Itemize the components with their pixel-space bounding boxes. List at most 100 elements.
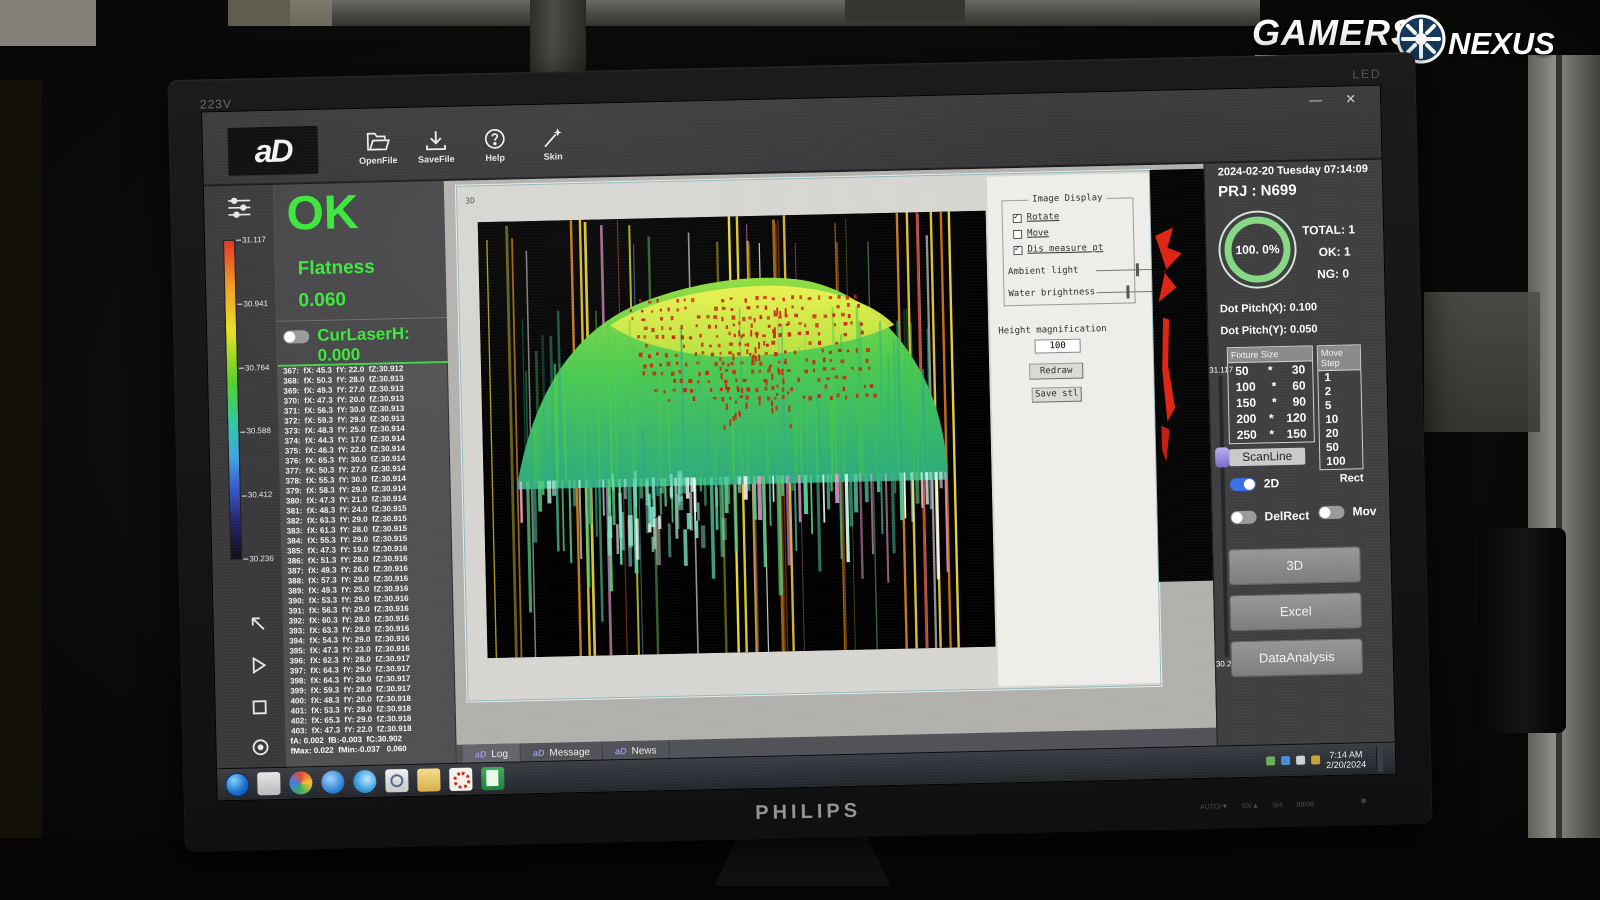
measurement-log[interactable]: 367: fX: 45.3 fY: 22.0 fZ:30.912368: fX:… [278, 363, 457, 769]
taskbar-folder-icon[interactable] [417, 768, 441, 792]
checkbox-icon[interactable] [1013, 245, 1022, 254]
start-button-icon[interactable] [225, 772, 250, 797]
toggle-delrect[interactable] [1230, 510, 1256, 524]
display-checkbox[interactable]: Rotate [1013, 212, 1060, 223]
height-magnification-label: Height magnification [998, 324, 1107, 336]
taskbar-red-gear-icon[interactable] [449, 768, 473, 792]
skin-wand-icon [525, 126, 581, 149]
background-aluminum-rail [1528, 55, 1600, 900]
left-sidebar: 31.11730.94130.76430.58830.41230.236 [204, 185, 287, 770]
display-checkbox[interactable]: Move [1013, 228, 1049, 239]
toggle-mov[interactable] [1318, 505, 1344, 519]
color-scale-tick: 31.117 [236, 235, 274, 245]
osd-label[interactable]: 88/06 [1297, 801, 1315, 808]
status-panel: OK Flatness 0.060 CurLaserH: 0.000 [274, 181, 448, 367]
display-settings-icon[interactable] [226, 195, 253, 220]
osd-label[interactable]: 63/▲ [1242, 803, 1259, 810]
target-tool-icon[interactable] [250, 737, 270, 757]
taskbar-excel-icon[interactable] [481, 767, 505, 791]
ambient-light-slider[interactable]: Ambient light [1008, 264, 1158, 277]
tray-icon[interactable] [1296, 756, 1305, 765]
color-scale-tick: 30.764 [239, 362, 277, 372]
move-step-row[interactable]: 50 [1320, 440, 1362, 455]
curlaser-toggle[interactable] [283, 330, 309, 344]
save-stl-button[interactable]: Save stl [1032, 387, 1082, 403]
show-desktop-button[interactable] [1376, 745, 1384, 771]
play-tool-icon[interactable] [248, 655, 268, 675]
height-range-slider[interactable] [1218, 375, 1228, 657]
skin-button[interactable]: Skin [525, 126, 582, 162]
action-button[interactable]: 3D [1228, 546, 1361, 585]
divider [277, 317, 447, 322]
fixture-size-row[interactable]: 100 * 60 [1228, 377, 1312, 395]
render-overflow-strip [1150, 169, 1213, 582]
height-magnification-input[interactable] [1035, 339, 1081, 354]
move-step-row[interactable]: 5 [1319, 398, 1361, 413]
watermark-text-nexus: NEXUS [1448, 26, 1555, 62]
display-checkbox[interactable]: Dis measure pt [1013, 243, 1103, 255]
taskbar-browser-icon[interactable] [321, 770, 345, 794]
savefile-button[interactable]: SaveFile [408, 129, 465, 165]
help-button[interactable]: Help [467, 127, 524, 163]
window-minimize-button[interactable]: — [1309, 92, 1322, 107]
image-display-group: Image Display Rotate Move [1001, 197, 1135, 306]
redraw-button[interactable]: Redraw [1029, 363, 1083, 380]
app-mini-logo-icon: aD [475, 749, 487, 759]
move-step-row[interactable]: 100 [1320, 454, 1362, 469]
fixture-size-row[interactable]: 150 * 90 [1229, 393, 1313, 411]
total-count: TOTAL: 1 [1302, 222, 1355, 237]
background-strap [1478, 528, 1566, 733]
slider-handle[interactable] [1136, 263, 1139, 276]
pass-rate-gauge: 100. 0% [1218, 210, 1298, 290]
monitor-led-badge: LED [1352, 67, 1382, 82]
tray-icon[interactable] [1281, 756, 1290, 765]
water-brightness-slider[interactable]: Water brightness [1008, 286, 1158, 299]
osd-label[interactable]: AUTO/▼ [1200, 803, 1228, 811]
app-mini-logo-icon: aD [615, 746, 627, 756]
monitor: 223V LED — ✕ aD OpenFile SaveFile Hel [167, 52, 1432, 852]
scanline-button[interactable]: ScanLine [1229, 448, 1305, 467]
tray-clock[interactable]: 7:14 AM 2/20/2024 [1326, 749, 1366, 770]
taskbar-magnifier-icon[interactable] [385, 769, 409, 793]
background-metal-bar [290, 0, 1260, 26]
rect-label[interactable]: Rect [1340, 472, 1364, 485]
toggle-delrect-row: DelRect [1230, 508, 1309, 524]
toggle-2d[interactable] [1230, 477, 1256, 491]
color-scale-tick: 30.588 [240, 426, 278, 436]
watermark-text-gamers: GAMERS [1252, 12, 1416, 54]
tray-date: 2/20/2024 [1326, 759, 1366, 770]
osd-label[interactable]: 0/4 [1273, 802, 1283, 809]
checkbox-icon[interactable] [1013, 229, 1022, 238]
savefile-icon [408, 129, 464, 152]
fixture-size-row[interactable]: 50 * 30 [1228, 361, 1312, 379]
group-title: Image Display [1028, 193, 1107, 205]
fixture-size-row[interactable]: 250 * 150 [1230, 425, 1314, 443]
action-buttons: 3D Excel DataAnalysis [1228, 546, 1363, 687]
move-step-rows: 125102050100 [1318, 370, 1362, 469]
tray-icon[interactable] [1311, 755, 1320, 764]
move-step-row[interactable]: 10 [1319, 412, 1361, 427]
taskbar-pinwheel-icon[interactable] [289, 771, 313, 795]
checkbox-icon[interactable] [1013, 213, 1022, 222]
tray-icon[interactable] [1266, 756, 1275, 765]
taskbar-browser2-icon[interactable] [353, 770, 377, 794]
fixture-size-row[interactable]: 200 * 120 [1229, 409, 1313, 427]
stop-tool-icon[interactable] [249, 697, 269, 717]
action-button[interactable]: Excel [1229, 592, 1362, 631]
taskbar-app-icon[interactable] [257, 772, 281, 796]
help-icon [467, 127, 523, 150]
move-step-row[interactable]: 20 [1320, 426, 1362, 441]
ng-count: NG: 0 [1317, 266, 1349, 281]
surface-3d-render[interactable] [478, 211, 996, 658]
action-button[interactable]: DataAnalysis [1230, 638, 1363, 677]
move-step-row[interactable]: 1 [1318, 370, 1360, 385]
slider-handle[interactable] [1215, 447, 1229, 467]
openfile-button[interactable]: OpenFile [350, 130, 407, 166]
cursor-tool-icon[interactable] [248, 613, 268, 633]
viewport-window: 3D Image Display Rotat [456, 170, 1162, 702]
slider-handle[interactable] [1126, 285, 1129, 298]
window-close-button[interactable]: ✕ [1345, 91, 1356, 107]
move-step-row[interactable]: 2 [1319, 384, 1361, 399]
curlaser-label: CurLaserH: [317, 324, 410, 346]
color-scale-ticks: 31.11730.94130.76430.58830.41230.236 [236, 235, 281, 564]
